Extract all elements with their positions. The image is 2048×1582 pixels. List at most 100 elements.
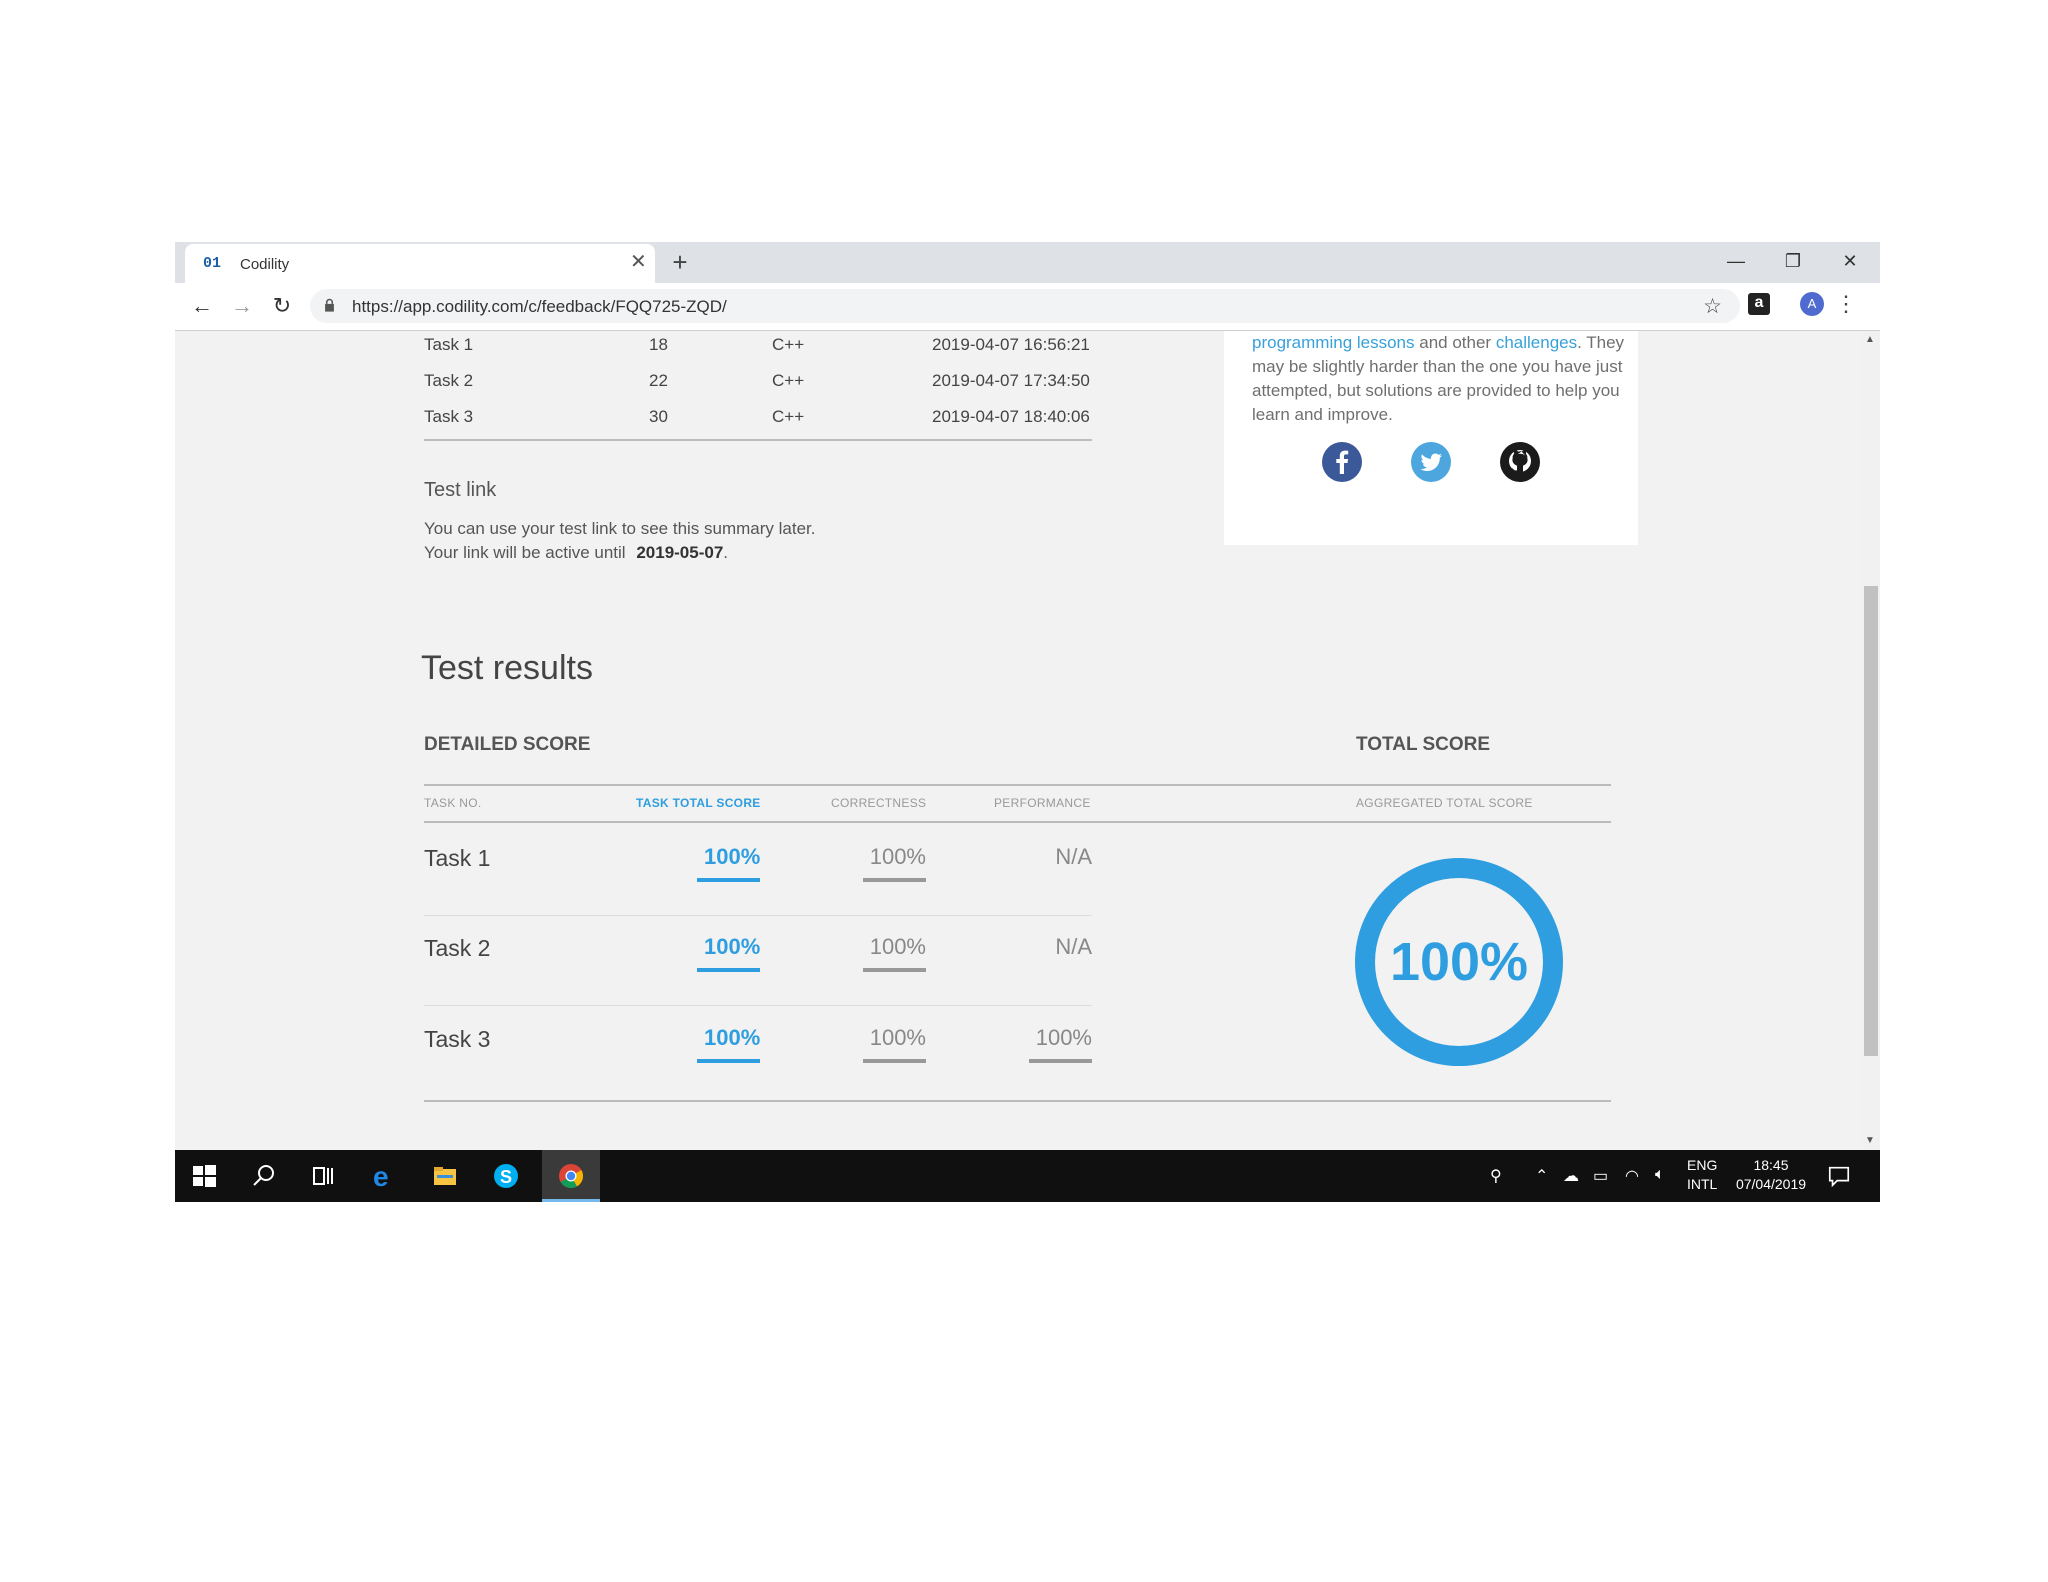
address-bar[interactable]: https://app.codility.com/c/feedback/FQQ7… (310, 289, 1740, 323)
performance-score: N/A (1055, 844, 1092, 869)
new-tab-button[interactable]: + (665, 247, 695, 277)
task-total-score-bar (697, 1059, 760, 1063)
taskbar: e S ⚲ ⌃ ☁ ▭ ◠ 🔈︎ ENG INTL 18:45 07/04/20… (175, 1150, 1880, 1202)
skype-icon[interactable]: S (493, 1163, 519, 1189)
performance-score: N/A (1055, 934, 1092, 959)
test-link-heading: Test link (424, 479, 497, 501)
github-icon[interactable] (1499, 441, 1541, 483)
col-correctness[interactable]: CORRECTNESS (831, 796, 926, 810)
submission-row: Task 3 30 C++ 2019-04-07 18:40:06 (424, 407, 1104, 429)
programming-lessons-link[interactable]: programming lessons (1252, 333, 1415, 352)
table-row[interactable]: Task 3 100% 100% 100% (424, 1003, 1092, 1093)
tab-title: Codility (240, 256, 290, 273)
correctness-bar (863, 878, 926, 882)
task-total-score-bar (697, 878, 760, 882)
submission-lang: C++ (772, 335, 805, 354)
chrome-icon (559, 1164, 584, 1189)
windows-start-icon[interactable] (191, 1163, 217, 1189)
submission-lang: C++ (772, 407, 805, 426)
search-icon[interactable] (251, 1163, 277, 1189)
table-row[interactable]: Task 2 100% 100% N/A (424, 912, 1092, 1002)
url-text: https://app.codility.com/c/feedback/FQQ7… (352, 297, 727, 316)
test-results-title: Test results (421, 649, 593, 687)
browser-window: 01 Codility ✕ + — ❐ ✕ ← → ↻ https://app.… (175, 242, 1880, 1202)
table-bottom-rule (424, 1100, 1611, 1102)
back-button[interactable]: ← (187, 291, 217, 321)
divider (424, 439, 1092, 441)
submission-task: Task 2 (424, 371, 474, 390)
input-language[interactable]: ENG INTL (1687, 1156, 1717, 1194)
reload-button[interactable]: ↻ (267, 291, 297, 321)
total-score-value: 100% (1389, 932, 1529, 992)
scroll-up-arrow-icon[interactable]: ▲ (1865, 334, 1875, 345)
challenges-link[interactable]: challenges (1496, 333, 1577, 352)
task-total-score: 100% (704, 1025, 761, 1050)
profile-avatar[interactable]: A (1800, 292, 1824, 316)
amazon-extension-icon[interactable]: a (1748, 293, 1770, 315)
file-explorer-icon[interactable] (432, 1163, 458, 1189)
chrome-taskbar-button[interactable] (542, 1150, 600, 1202)
total-score-heading: TOTAL SCORE (1356, 734, 1491, 755)
performance-score: 100% (1035, 1025, 1092, 1050)
battery-icon[interactable]: ▭ (1593, 1166, 1608, 1186)
submission-time: 18 (649, 335, 668, 354)
task-total-score-bar (697, 968, 760, 972)
clock[interactable]: 18:45 07/04/2019 (1733, 1156, 1809, 1194)
wifi-icon[interactable]: ◠ (1625, 1166, 1639, 1186)
show-hidden-icons-chevron-icon[interactable]: ⌃ (1535, 1166, 1548, 1186)
action-center-icon[interactable] (1827, 1163, 1851, 1189)
submission-lang: C++ (772, 371, 805, 390)
clock-time: 18:45 (1753, 1157, 1789, 1173)
scrollbar-thumb[interactable] (1864, 586, 1878, 1056)
scroll-down-arrow-icon[interactable]: ▼ (1865, 1135, 1875, 1146)
tab-close-icon[interactable]: ✕ (630, 252, 647, 272)
lock-icon (325, 298, 334, 312)
submission-date: 2019-04-07 16:56:21 (932, 335, 1090, 354)
browser-toolbar: ← → ↻ https://app.codility.com/c/feedbac… (175, 283, 1880, 331)
forward-button[interactable]: → (227, 291, 257, 321)
close-window-button[interactable]: ✕ (1827, 246, 1873, 276)
submission-task: Task 1 (424, 335, 474, 354)
col-task-total-score[interactable]: TASK TOTAL SCORE (636, 796, 761, 810)
active-until-date: 2019-05-07 (636, 543, 724, 562)
task-total-score: 100% (704, 844, 761, 869)
tab-codility[interactable]: 01 Codility ✕ (185, 244, 655, 283)
col-performance[interactable]: PERFORMANCE (994, 796, 1091, 810)
minimize-button[interactable]: — (1713, 246, 1759, 276)
correctness-bar (863, 968, 926, 972)
correctness-score: 100% (869, 934, 926, 959)
onedrive-cloud-icon[interactable]: ☁ (1563, 1166, 1579, 1186)
col-aggregated-total-score: AGGREGATED TOTAL SCORE (1356, 796, 1533, 810)
side-card: programming lessons and other challenges… (1224, 331, 1638, 545)
facebook-icon[interactable] (1321, 441, 1363, 483)
tab-strip: 01 Codility ✕ + — ❐ ✕ (175, 242, 1880, 283)
table-row[interactable]: Task 1 100% 100% N/A (424, 822, 1092, 912)
task-name: Task 2 (424, 935, 491, 961)
task-view-icon[interactable] (311, 1163, 337, 1189)
restore-button[interactable]: ❐ (1770, 246, 1816, 276)
submission-date: 2019-04-07 18:40:06 (932, 407, 1090, 426)
test-link-active-text: Your link will be active until 2019-05-0… (424, 543, 729, 562)
twitter-icon[interactable] (1410, 441, 1452, 483)
submission-date: 2019-04-07 17:34:50 (932, 371, 1090, 390)
task-name: Task 1 (424, 845, 491, 871)
submission-row: Task 1 18 C++ 2019-04-07 16:56:21 (424, 335, 1104, 357)
menu-kebab-icon[interactable]: ⋮ (1835, 289, 1857, 319)
submission-row: Task 2 22 C++ 2019-04-07 17:34:50 (424, 371, 1104, 393)
bookmark-star-icon[interactable]: ☆ (1703, 294, 1722, 319)
col-task-no: TASK NO. (424, 796, 482, 810)
table-header-top-rule (424, 784, 1611, 786)
svg-text:S: S (500, 1167, 512, 1187)
correctness-score: 100% (869, 844, 926, 869)
svg-text:e: e (373, 1163, 389, 1189)
task-total-score: 100% (704, 934, 761, 959)
people-icon[interactable]: ⚲ (1490, 1166, 1502, 1186)
correctness-score: 100% (869, 1025, 926, 1050)
volume-icon[interactable]: 🔈︎ (1655, 1166, 1665, 1184)
page-content: Task 1 18 C++ 2019-04-07 16:56:21 Task 2… (175, 331, 1880, 1150)
edge-browser-icon[interactable]: e (371, 1163, 397, 1189)
submission-time: 22 (649, 371, 668, 390)
submission-task: Task 3 (424, 407, 474, 426)
test-link-text: You can use your test link to see this s… (424, 519, 816, 538)
side-card-text: programming lessons and other challenges… (1252, 333, 1625, 424)
